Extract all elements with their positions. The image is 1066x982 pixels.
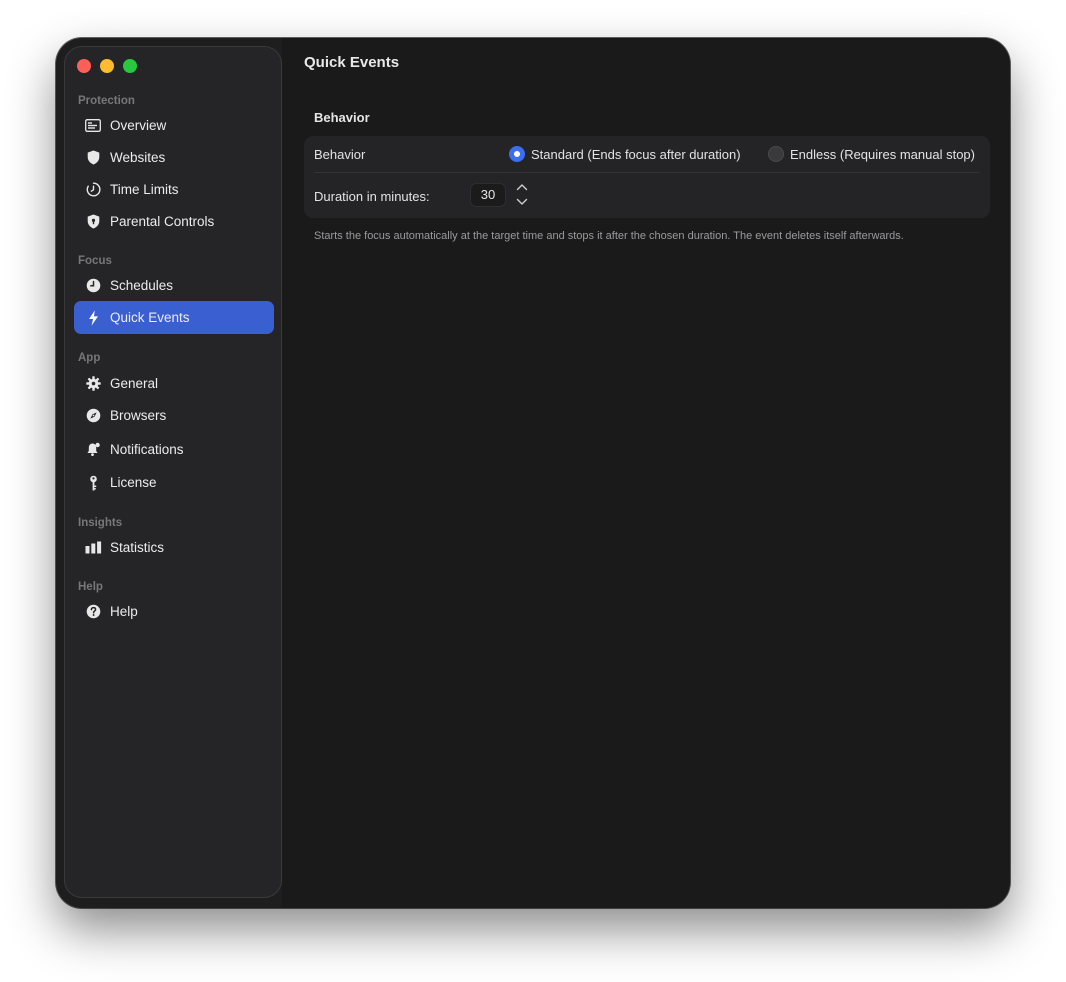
sidebar-item-quick-events[interactable]: Quick Events: [74, 301, 274, 334]
sidebar-item-label: Help: [110, 604, 138, 619]
radio-standard[interactable]: Standard (Ends focus after duration): [509, 146, 741, 162]
sidebar-item-label: Overview: [110, 118, 167, 133]
overview-icon: [84, 117, 102, 135]
radio-standard-label: Standard (Ends focus after duration): [531, 146, 741, 162]
section-title-focus: Focus: [78, 255, 112, 267]
sidebar-item-parental-controls[interactable]: Parental Controls: [74, 205, 274, 238]
page-title: Quick Events: [304, 54, 400, 71]
radio-endless-label: Endless (Requires manual stop): [790, 146, 975, 162]
section-title-protection: Protection: [78, 95, 135, 107]
stepper-down-icon[interactable]: [516, 196, 528, 208]
stepper-up-icon[interactable]: [516, 181, 528, 193]
bolt-icon: [84, 309, 102, 327]
sidebar-item-label: Notifications: [110, 442, 184, 457]
main-content: Quick Events Behavior Behavior Standard …: [282, 38, 1010, 908]
bar-chart-icon: [84, 539, 102, 557]
traffic-lights: [77, 59, 137, 73]
shield-icon: [84, 149, 102, 167]
sidebar-item-label: Statistics: [110, 540, 165, 555]
sidebar-item-time-limits[interactable]: Time Limits: [74, 173, 274, 206]
close-window-button[interactable]: [77, 59, 91, 73]
settings-card: Behavior Standard (Ends focus after dura…: [304, 136, 990, 218]
sidebar-item-label: General: [110, 376, 159, 391]
sidebar-item-general[interactable]: General: [74, 367, 274, 400]
minimize-window-button[interactable]: [100, 59, 114, 73]
sidebar-item-label: Parental Controls: [110, 214, 215, 229]
footnote-text: Starts the focus automatically at the ta…: [314, 230, 904, 242]
question-icon: [84, 603, 102, 621]
sidebar-item-notifications[interactable]: Notifications: [74, 433, 274, 466]
sidebar-item-overview[interactable]: Overview: [74, 109, 274, 142]
sidebar-item-label: Browsers: [110, 408, 167, 423]
key-icon: [84, 474, 102, 492]
sidebar-item-label: Time Limits: [110, 182, 179, 197]
duration-stepper[interactable]: [512, 181, 532, 208]
behavior-label: Behavior: [314, 147, 366, 162]
sidebar: Protection Overview Websites Time Limits…: [64, 46, 282, 898]
section-title-insights: Insights: [78, 517, 123, 529]
sidebar-item-statistics[interactable]: Statistics: [74, 531, 274, 564]
sidebar-item-license[interactable]: License: [74, 466, 274, 499]
duration-input[interactable]: 30: [470, 183, 506, 207]
section-title-help: Help: [78, 581, 103, 593]
sidebar-item-browsers[interactable]: Browsers: [74, 399, 274, 432]
sidebar-item-schedules[interactable]: Schedules: [74, 269, 274, 302]
shield-lock-icon: [84, 213, 102, 231]
zoom-window-button[interactable]: [123, 59, 137, 73]
gear-icon: [84, 375, 102, 393]
sidebar-item-websites[interactable]: Websites: [74, 141, 274, 174]
radio-unselected-indicator: [768, 146, 784, 162]
bell-icon: [84, 441, 102, 459]
sidebar-item-label: Websites: [110, 150, 166, 165]
compass-icon: [84, 407, 102, 425]
row-divider: [314, 172, 980, 173]
group-title-behavior: Behavior: [314, 110, 370, 125]
sidebar-item-help[interactable]: Help: [74, 595, 274, 628]
app-window: Protection Overview Websites Time Limits…: [56, 38, 1010, 908]
duration-label: Duration in minutes:: [314, 189, 430, 204]
radio-endless[interactable]: Endless (Requires manual stop): [768, 146, 975, 162]
clock-icon: [84, 277, 102, 295]
sidebar-item-label: License: [110, 475, 157, 490]
sidebar-item-label: Quick Events: [110, 310, 190, 325]
timer-icon: [84, 181, 102, 199]
sidebar-item-label: Schedules: [110, 278, 174, 293]
section-title-app: App: [78, 352, 101, 364]
radio-selected-indicator: [509, 146, 525, 162]
